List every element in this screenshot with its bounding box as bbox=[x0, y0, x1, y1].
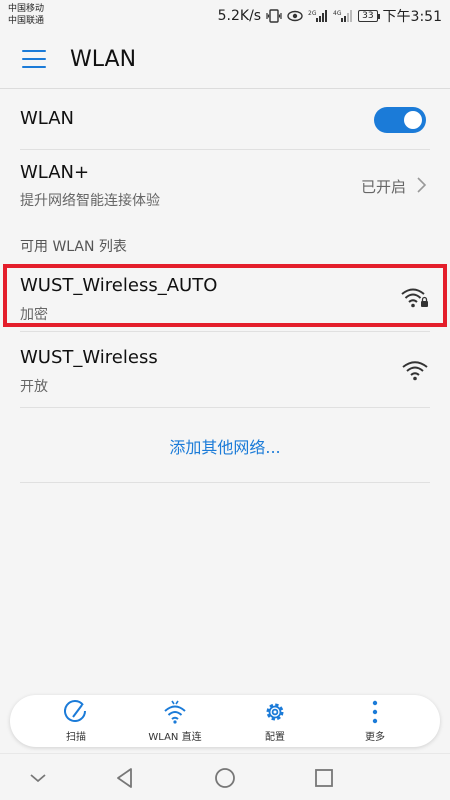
network-speed: 5.2K/s bbox=[217, 8, 262, 24]
gear-icon bbox=[266, 703, 284, 721]
vibrate-icon bbox=[266, 9, 282, 23]
signal-2g-icon: 2G bbox=[308, 9, 328, 23]
signal-4g-label: 4G bbox=[333, 10, 342, 17]
divider bbox=[20, 482, 430, 483]
chevron-down-icon[interactable] bbox=[26, 766, 50, 790]
network-security: 开放 bbox=[20, 379, 48, 395]
toggle-knob bbox=[404, 111, 422, 129]
app-bar: WLAN bbox=[0, 32, 450, 88]
eye-comfort-icon bbox=[287, 10, 303, 22]
wlan-label: WLAN bbox=[20, 108, 75, 129]
wifi-icon bbox=[402, 361, 428, 381]
wlan-plus-subtitle: 提升网络智能连接体验 bbox=[20, 193, 160, 209]
wlan-plus-status: 已开启 bbox=[360, 178, 406, 196]
more-icon bbox=[372, 700, 378, 724]
status-bar: 中国移动 中国联通 5.2K/s 2G 4G 33 下午3:51 bbox=[0, 0, 450, 32]
carrier-info: 中国移动 中国联通 bbox=[8, 3, 44, 27]
scan-label: 扫描 bbox=[66, 732, 86, 743]
wlan-toggle-switch[interactable] bbox=[374, 107, 426, 133]
battery-level: 33 bbox=[362, 11, 374, 21]
scan-icon bbox=[64, 700, 86, 722]
chevron-right-icon bbox=[417, 177, 427, 193]
divider bbox=[20, 407, 430, 408]
more-button[interactable]: 更多 bbox=[330, 695, 420, 747]
add-network-link[interactable]: 添加其他网络... bbox=[0, 434, 450, 458]
selection-highlight bbox=[3, 264, 447, 327]
more-label: 更多 bbox=[365, 732, 385, 743]
carrier-1: 中国移动 bbox=[8, 4, 45, 14]
wifi-direct-icon bbox=[164, 700, 186, 724]
bottom-toolbar: 扫描 WLAN 直连 配置 更多 bbox=[10, 695, 440, 747]
signal-4g-icon: 4G bbox=[333, 9, 353, 23]
scan-button[interactable]: 扫描 bbox=[31, 695, 121, 747]
status-icons: 5.2K/s 2G 4G 33 下午3:51 bbox=[218, 6, 442, 26]
wlan-plus-label: WLAN+ bbox=[20, 162, 90, 183]
system-nav-bar bbox=[0, 753, 450, 800]
signal-2g-label: 2G bbox=[308, 10, 317, 17]
back-icon[interactable] bbox=[113, 766, 137, 790]
home-icon[interactable] bbox=[213, 766, 237, 790]
clock: 下午3:51 bbox=[382, 9, 442, 25]
section-header: 可用 WLAN 列表 bbox=[20, 239, 127, 255]
divider bbox=[20, 331, 430, 332]
carrier-2: 中国联通 bbox=[8, 16, 45, 26]
menu-icon[interactable] bbox=[22, 50, 46, 70]
wifi-direct-label: WLAN 直连 bbox=[148, 732, 202, 743]
battery-icon: 33 bbox=[358, 10, 381, 22]
recents-icon[interactable] bbox=[312, 766, 336, 790]
network-item[interactable]: WUST_Wireless 开放 bbox=[0, 335, 450, 405]
network-name: WUST_Wireless bbox=[20, 347, 158, 368]
configure-label: 配置 bbox=[265, 732, 285, 743]
page-title: WLAN bbox=[70, 47, 137, 72]
wifi-direct-button[interactable]: WLAN 直连 bbox=[130, 695, 220, 747]
configure-button[interactable]: 配置 bbox=[230, 695, 320, 747]
